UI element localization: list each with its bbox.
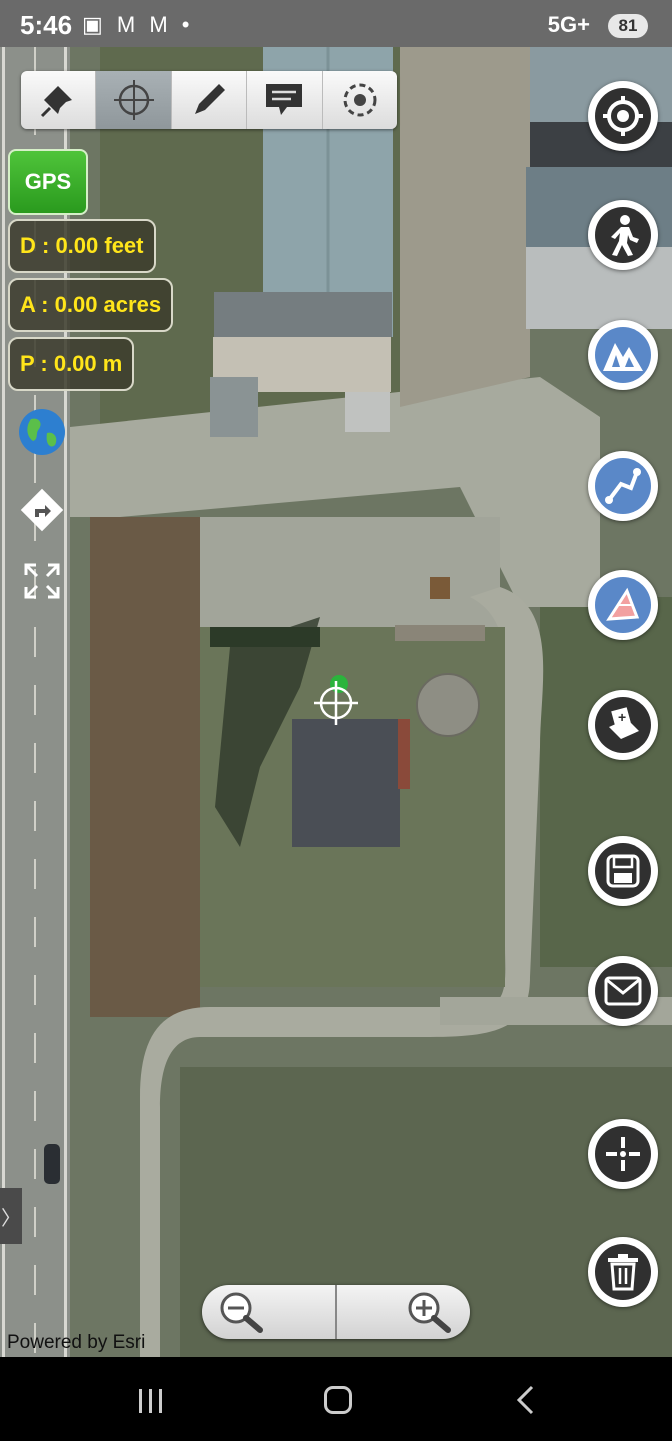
trash-icon bbox=[608, 1254, 638, 1291]
tool-gps-target[interactable] bbox=[323, 71, 397, 129]
polygon-icon bbox=[606, 587, 640, 621]
save-icon bbox=[606, 854, 640, 888]
walk-icon bbox=[611, 215, 639, 256]
crosshair-cursor bbox=[314, 675, 358, 725]
polygon-button[interactable] bbox=[588, 570, 658, 640]
map-add-icon: + bbox=[609, 707, 639, 739]
direction-button[interactable] bbox=[16, 484, 68, 536]
pin-icon bbox=[41, 86, 73, 118]
fullscreen-icon bbox=[24, 563, 60, 599]
status-bar: 5:46 ▣ M M • 5G+ 81 bbox=[0, 0, 672, 47]
mail-icon bbox=[604, 976, 642, 1006]
zoom-control bbox=[202, 1285, 470, 1339]
home-icon[interactable] bbox=[324, 1386, 352, 1414]
gps-button[interactable]: GPS bbox=[8, 149, 88, 215]
zoom-out-icon bbox=[220, 1292, 263, 1333]
perimeter-readout: P : 0.00 m bbox=[8, 337, 135, 391]
pencil-icon bbox=[195, 84, 226, 114]
network-indicator: 5G+ bbox=[547, 12, 590, 37]
zoom-out-button[interactable] bbox=[202, 1285, 337, 1339]
status-time: 5:46 bbox=[20, 10, 73, 40]
fullscreen-button[interactable] bbox=[16, 555, 68, 607]
zoom-in-icon bbox=[408, 1292, 451, 1333]
tool-pin[interactable] bbox=[21, 71, 97, 129]
comment-icon bbox=[266, 84, 303, 115]
crosshair-icon bbox=[113, 80, 154, 120]
add-point-button[interactable] bbox=[588, 1119, 658, 1189]
delete-button[interactable] bbox=[588, 1237, 658, 1307]
svg-text:+: + bbox=[618, 709, 626, 725]
distance-readout: D : 0.00 feet bbox=[8, 219, 156, 273]
gps-target-icon bbox=[343, 83, 377, 117]
drawer-handle[interactable]: 〉 bbox=[0, 1188, 22, 1244]
map-add-button[interactable]: + bbox=[588, 690, 658, 760]
route-button[interactable] bbox=[588, 451, 658, 521]
tool-draw[interactable] bbox=[172, 71, 248, 129]
globe-button[interactable] bbox=[16, 406, 68, 458]
mail-button[interactable] bbox=[588, 956, 658, 1026]
recents-icon[interactable] bbox=[136, 1387, 166, 1415]
zoom-in-button[interactable] bbox=[337, 1285, 470, 1339]
map-credit: Powered by Esri bbox=[7, 1332, 146, 1353]
locate-icon bbox=[603, 96, 643, 136]
crosshair-add-icon bbox=[606, 1137, 640, 1171]
notification-icons: ▣ M M • bbox=[82, 12, 194, 37]
tool-crosshair[interactable] bbox=[96, 71, 172, 129]
back-icon[interactable] bbox=[514, 1384, 538, 1416]
elevation-button[interactable] bbox=[588, 320, 658, 390]
battery-indicator: 81 bbox=[608, 14, 648, 38]
save-button[interactable] bbox=[588, 836, 658, 906]
tool-comment[interactable] bbox=[247, 71, 323, 129]
map-toolbar bbox=[21, 71, 397, 129]
route-icon bbox=[605, 468, 641, 504]
locate-button[interactable] bbox=[588, 81, 658, 151]
chevron-right-icon: 〉 bbox=[1, 1207, 21, 1230]
globe-icon bbox=[19, 409, 65, 455]
walk-button[interactable] bbox=[588, 200, 658, 270]
mountain-icon bbox=[603, 343, 643, 371]
area-readout: A : 0.00 acres bbox=[8, 278, 174, 332]
system-nav-bar bbox=[0, 1357, 672, 1441]
direction-icon bbox=[20, 488, 64, 532]
